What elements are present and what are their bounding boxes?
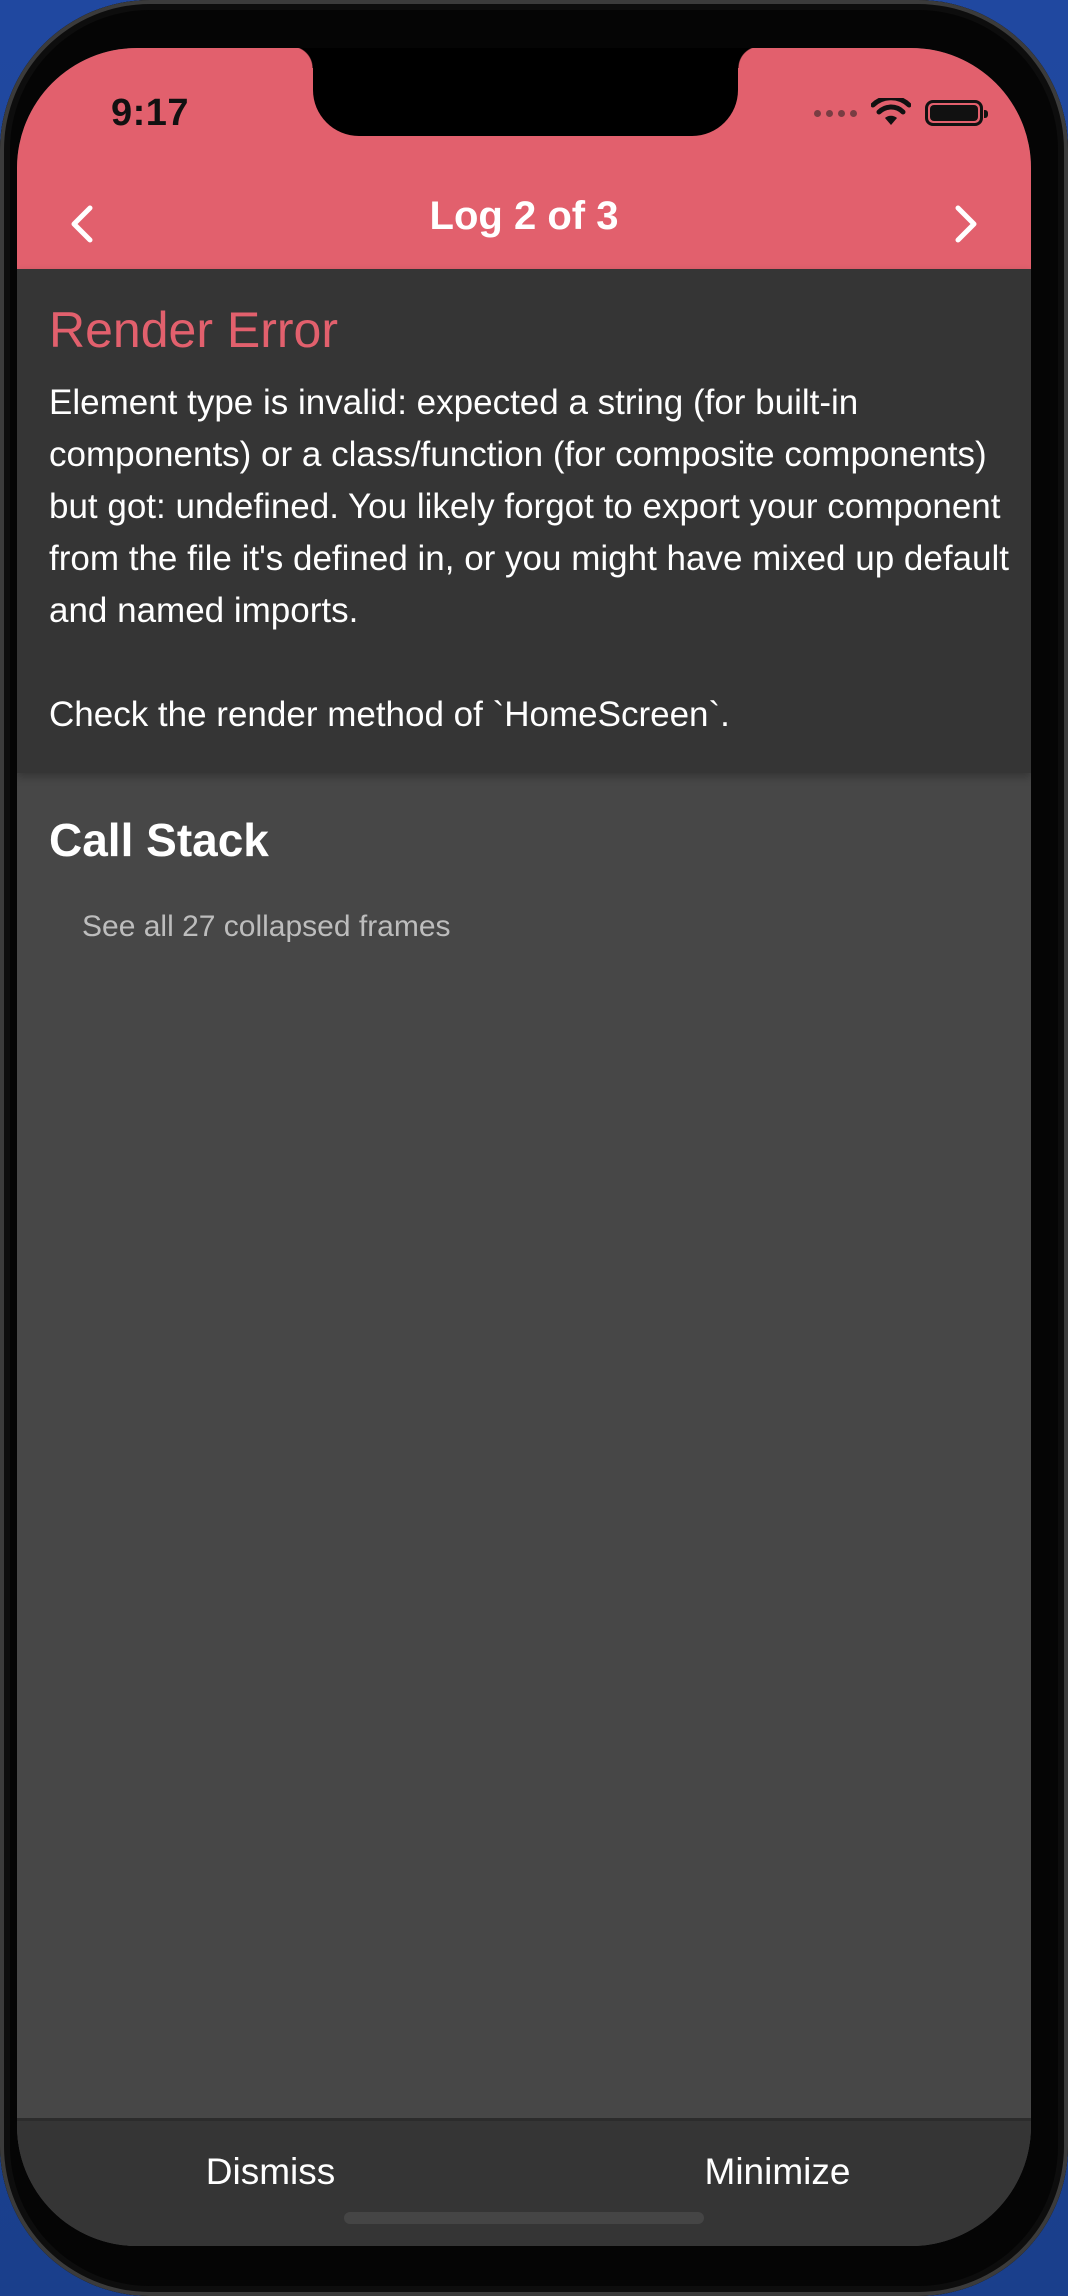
- log-navigation: Log 2 of 3: [17, 188, 1031, 260]
- chevron-right-icon: [955, 205, 977, 243]
- battery-icon: [925, 100, 988, 126]
- error-message-body: Element type is invalid: expected a stri…: [49, 383, 1009, 734]
- phone-frame: 9:17 Log 2 of 3 Render Error Element typ…: [0, 0, 1068, 2296]
- status-icons: [814, 98, 988, 128]
- home-indicator[interactable]: [344, 2212, 704, 2224]
- error-title: Render Error: [49, 302, 338, 358]
- status-time: 9:17: [111, 92, 190, 134]
- error-message-panel: Render Error Element type is invalid: ex…: [17, 269, 1031, 773]
- log-header: 9:17 Log 2 of 3: [17, 48, 1031, 269]
- phone-screen: 9:17 Log 2 of 3 Render Error Element typ…: [17, 48, 1031, 2246]
- see-collapsed-frames-link[interactable]: See all 27 collapsed frames: [82, 910, 451, 944]
- logbox-footer: Dismiss Minimize: [17, 2118, 1031, 2246]
- cellular-signal-icon: [814, 109, 857, 117]
- call-stack-heading: Call Stack: [49, 814, 269, 866]
- wifi-icon: [871, 98, 911, 125]
- minimize-button[interactable]: Minimize: [524, 2151, 1031, 2193]
- dismiss-button[interactable]: Dismiss: [17, 2151, 524, 2193]
- log-counter-title: Log 2 of 3: [429, 194, 619, 238]
- next-log-button[interactable]: [921, 188, 1011, 260]
- camera-notch: [291, 48, 760, 136]
